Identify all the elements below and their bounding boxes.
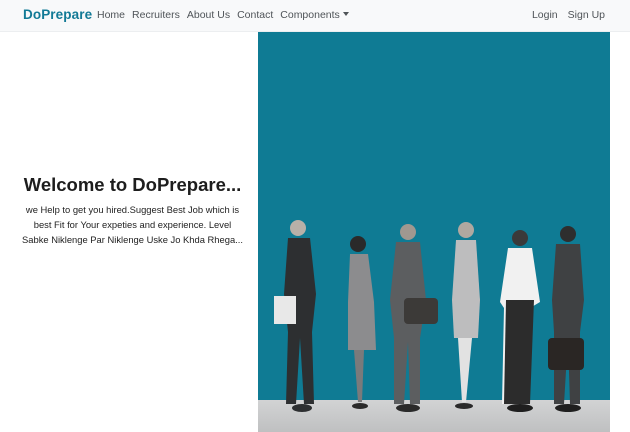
person-silhouette (348, 236, 376, 409)
auth-links: Login Sign Up (532, 9, 605, 21)
hero-title: Welcome to DoPrepare... (23, 174, 242, 195)
person-silhouette (548, 226, 584, 412)
nav-link-home[interactable]: Home (97, 9, 125, 21)
signup-link[interactable]: Sign Up (568, 9, 605, 21)
brand-logo[interactable]: DoPrepare (23, 7, 92, 22)
nav-link-contact[interactable]: Contact (237, 9, 273, 21)
nav-link-about-us[interactable]: About Us (187, 9, 230, 21)
caret-down-icon (342, 12, 349, 16)
hero-text: Welcome to DoPrepare... we Help to get y… (20, 174, 245, 247)
person-silhouette (274, 220, 316, 412)
nav-dropdown-label: Components (280, 9, 340, 21)
hero-image (258, 32, 610, 432)
login-link[interactable]: Login (532, 9, 558, 21)
person-silhouette (390, 224, 438, 412)
hero-description: we Help to get you hired.Suggest Best Jo… (22, 204, 243, 245)
nav-links: Home Recruiters About Us Contact Compone… (97, 9, 356, 21)
people-standing-illustration (274, 220, 584, 412)
nav-dropdown-components[interactable]: Components (280, 9, 349, 21)
nav-link-recruiters[interactable]: Recruiters (132, 9, 180, 21)
person-silhouette (500, 230, 540, 412)
navbar: DoPrepare Home Recruiters About Us Conta… (0, 0, 630, 32)
person-silhouette (452, 222, 480, 409)
